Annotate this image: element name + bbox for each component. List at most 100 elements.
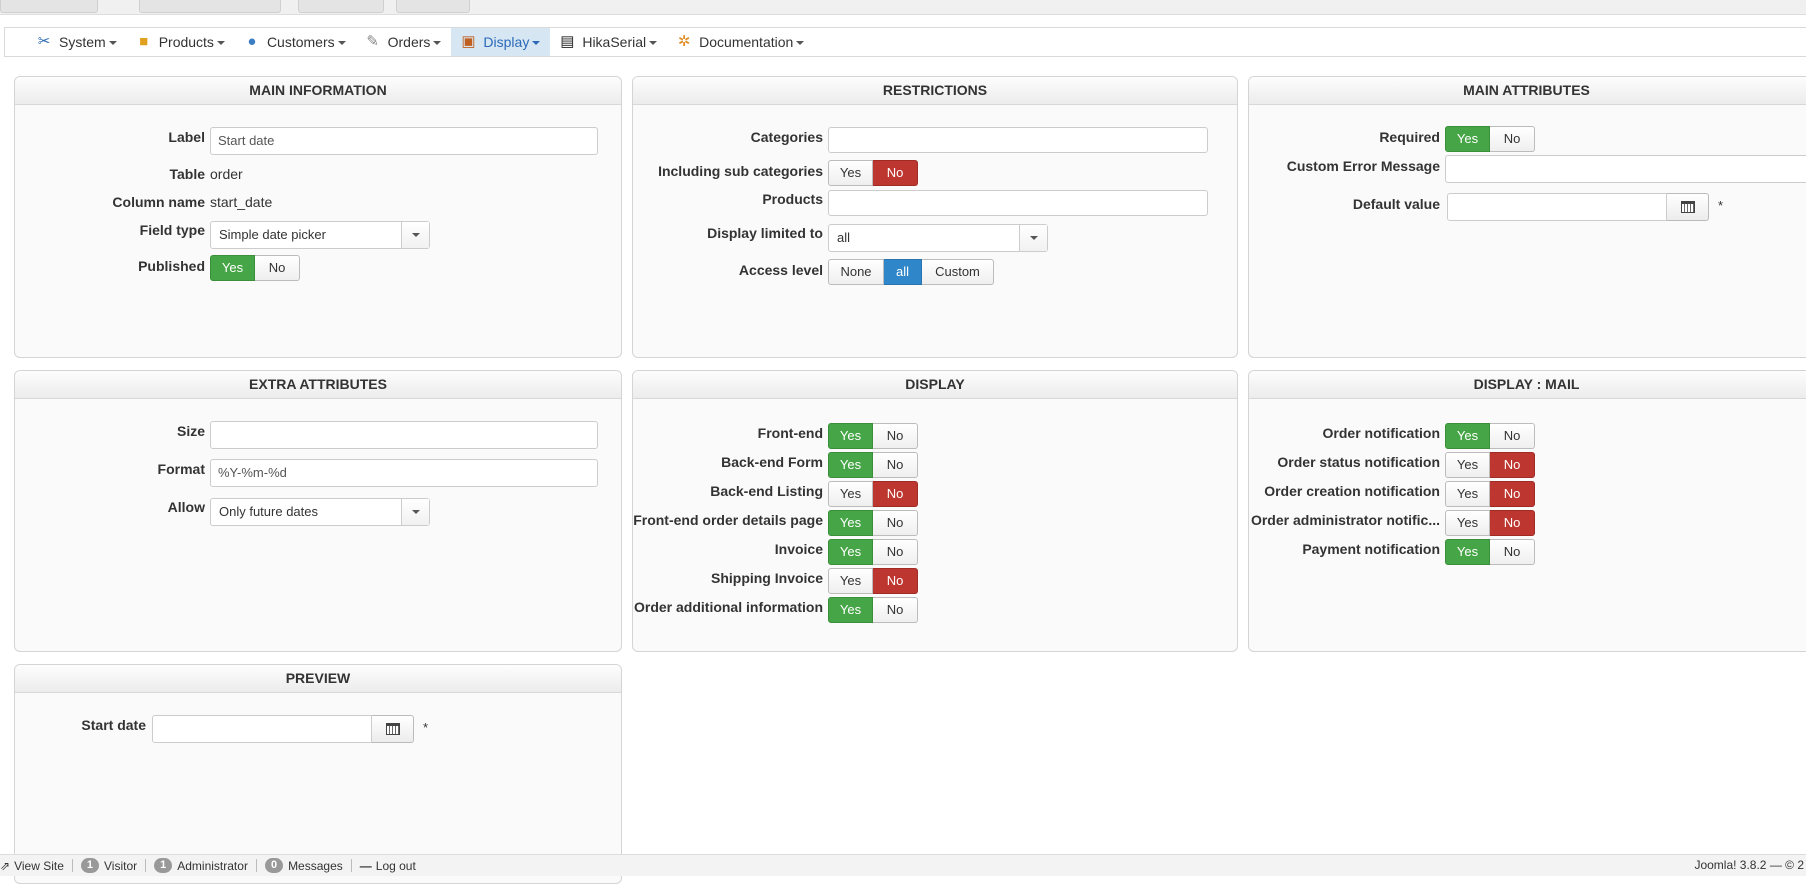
default-value-label: Default value: [1352, 196, 1440, 212]
menu-system[interactable]: ✂ System: [27, 28, 127, 56]
access-all-button[interactable]: all: [884, 259, 922, 285]
required-toggle: Yes No: [1445, 126, 1535, 152]
format-input[interactable]: %Y-%m-%d: [210, 459, 598, 487]
field-type-value: Simple date picker: [219, 227, 326, 242]
products-input[interactable]: [828, 190, 1208, 216]
no-button[interactable]: No: [873, 510, 918, 536]
access-none-button[interactable]: None: [828, 259, 884, 285]
calendar-button[interactable]: [1667, 193, 1709, 221]
access-level-toggle: None all Custom: [828, 259, 994, 285]
menu-customers[interactable]: ● Customers: [235, 28, 356, 56]
column-name-value: start_date: [210, 194, 273, 210]
menu-hikaserial[interactable]: ▤ HikaSerial: [550, 28, 667, 56]
no-button[interactable]: No: [873, 423, 918, 449]
custom-error-label: Custom Error Message: [1286, 158, 1440, 174]
menu-orders-label: Orders: [387, 34, 431, 50]
required-star: *: [1718, 198, 1724, 213]
display-option-label: Front-end: [757, 425, 823, 441]
yes-button[interactable]: Yes: [1445, 510, 1490, 536]
tools-icon: ✂: [37, 33, 51, 50]
yes-no-toggle: Yes No: [1445, 452, 1535, 478]
orders-icon: ✎: [366, 33, 379, 50]
field-type-select[interactable]: Simple date picker: [210, 221, 430, 249]
main-attributes-panel: MAIN ATTRIBUTES Required Yes No Custom E…: [1248, 76, 1806, 358]
status-bar: ⇗ View Site 1 Visitor 1 Administrator 0 …: [0, 854, 1806, 876]
yes-button[interactable]: Yes: [828, 481, 873, 507]
yes-no-toggle: Yes No: [828, 597, 918, 623]
subcategories-yes-button[interactable]: Yes: [828, 160, 873, 186]
display-option-label: Shipping Invoice: [710, 570, 823, 586]
menu-display[interactable]: ▣ Display: [451, 28, 551, 56]
yes-button[interactable]: Yes: [1445, 481, 1490, 507]
subcategories-no-button[interactable]: No: [873, 160, 918, 186]
box-icon: ■: [139, 33, 149, 50]
published-yes-button[interactable]: Yes: [210, 255, 255, 281]
include-subcategories-toggle: Yes No: [828, 160, 918, 186]
chevron-down-icon: [216, 41, 225, 45]
yes-button[interactable]: Yes: [1445, 539, 1490, 565]
no-button[interactable]: No: [873, 568, 918, 594]
display-option-label: Invoice: [774, 541, 823, 557]
published-no-button[interactable]: No: [255, 255, 300, 281]
label-input[interactable]: Start date: [210, 127, 598, 155]
no-button[interactable]: No: [1490, 452, 1535, 478]
display-option-label: Order status notification: [1277, 454, 1440, 470]
yes-button[interactable]: Yes: [828, 423, 873, 449]
allow-select[interactable]: Only future dates: [210, 498, 430, 526]
no-button[interactable]: No: [873, 452, 918, 478]
menu-documentation[interactable]: ✲ Documentation: [667, 28, 814, 56]
menu-products-label: Products: [158, 34, 214, 50]
yes-button[interactable]: Yes: [828, 597, 873, 623]
no-button[interactable]: No: [873, 539, 918, 565]
preview-start-date-input[interactable]: [152, 715, 372, 743]
calendar-button[interactable]: [372, 715, 414, 743]
calendar-icon: [385, 723, 400, 735]
yes-button[interactable]: Yes: [828, 539, 873, 565]
display-option-label: Order additional information: [633, 599, 823, 615]
yes-button[interactable]: Yes: [828, 568, 873, 594]
field-type-label: Field type: [139, 222, 205, 238]
yes-button[interactable]: Yes: [828, 510, 873, 536]
required-no-button[interactable]: No: [1490, 126, 1535, 152]
access-custom-button[interactable]: Custom: [922, 259, 994, 285]
yes-no-toggle: Yes No: [828, 423, 918, 449]
panel-title: DISPLAY: [633, 371, 1237, 399]
no-button[interactable]: No: [1490, 481, 1535, 507]
no-button[interactable]: No: [1490, 539, 1535, 565]
messages-indicator[interactable]: 0 Messages: [257, 858, 352, 873]
categories-input[interactable]: [828, 127, 1208, 153]
required-yes-button[interactable]: Yes: [1445, 126, 1490, 152]
no-button[interactable]: No: [873, 597, 918, 623]
allow-value: Only future dates: [219, 504, 318, 519]
no-button[interactable]: No: [1490, 423, 1535, 449]
yes-button[interactable]: Yes: [828, 452, 873, 478]
format-label: Format: [157, 461, 205, 477]
custom-error-input[interactable]: [1445, 155, 1806, 183]
logout-link[interactable]: — Log out: [352, 858, 424, 873]
display-limited-select[interactable]: all: [828, 224, 1048, 252]
menu-customers-label: Customers: [266, 34, 335, 50]
yes-button[interactable]: Yes: [1445, 423, 1490, 449]
column-name-label: Column name: [112, 194, 205, 210]
administrator-indicator[interactable]: 1 Administrator: [146, 858, 257, 873]
view-site-label: View Site: [14, 858, 64, 873]
visitor-indicator[interactable]: 1 Visitor: [73, 858, 147, 873]
no-button[interactable]: No: [873, 481, 918, 507]
menu-orders[interactable]: ✎ Orders: [356, 28, 452, 56]
display-option-label: Payment notification: [1302, 541, 1440, 557]
display-option-label: Order notification: [1322, 425, 1440, 441]
admin-count-badge: 1: [154, 858, 173, 873]
view-site-link[interactable]: ⇗ View Site: [0, 858, 73, 873]
no-button[interactable]: No: [1490, 510, 1535, 536]
lifebuoy-icon: ✲: [677, 33, 691, 50]
yes-button[interactable]: Yes: [1445, 452, 1490, 478]
menu-products[interactable]: ■ Products: [127, 28, 235, 56]
restrictions-panel: RESTRICTIONS Categories Including sub ca…: [632, 76, 1238, 358]
yes-no-toggle: Yes No: [828, 481, 918, 507]
default-value-input[interactable]: [1447, 193, 1667, 221]
logout-label: Log out: [375, 858, 416, 873]
panel-title: MAIN INFORMATION: [15, 77, 621, 105]
size-label: Size: [176, 423, 205, 439]
main-menu-bar: ✂ System ■ Products ● Customers ✎ Orders…: [4, 27, 1806, 57]
size-input[interactable]: [210, 421, 598, 449]
